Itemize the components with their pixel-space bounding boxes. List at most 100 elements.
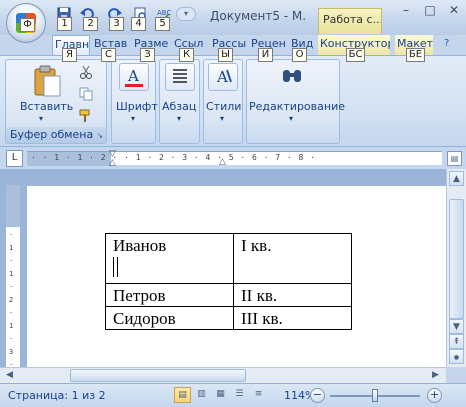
- cut-icon[interactable]: [79, 65, 93, 79]
- web-view-icon[interactable]: ▦: [212, 387, 229, 403]
- table-cell[interactable]: Сидоров: [105, 306, 234, 330]
- svg-text:ABC: ABC: [157, 9, 171, 17]
- paste-icon[interactable]: [31, 64, 63, 98]
- paste-button[interactable]: Вставить: [20, 100, 73, 113]
- keytip-layout-ctx: БЕ: [406, 48, 425, 62]
- keytip-view: О: [292, 48, 307, 62]
- font-button[interactable]: Шрифт: [116, 100, 158, 113]
- vertical-ruler[interactable]: · 1 · 1 · 2 · 1 · 3 · 1 · 4: [6, 185, 20, 407]
- view-ruler-button[interactable]: ▤: [447, 151, 462, 166]
- document-table[interactable]: Иванов I кв. Петров II кв. Сидоров III к…: [105, 233, 352, 330]
- table-cell[interactable]: III кв.: [233, 306, 352, 330]
- styles-button[interactable]: Стили: [206, 100, 241, 113]
- outline-view-icon[interactable]: ☰: [231, 387, 248, 403]
- binoculars-icon[interactable]: [281, 66, 303, 86]
- font-dropdown-icon[interactable]: ▾: [131, 114, 135, 123]
- keytip-3: 3: [109, 17, 124, 31]
- table-cell[interactable]: II кв.: [233, 283, 352, 307]
- keytip-design: БС: [346, 48, 365, 62]
- keytip-review: И: [258, 48, 273, 62]
- keytip-insert: С: [101, 48, 116, 62]
- ruler-row: L · · 1 · 1 · 2 · · 1 · 2 · 3 · 4 · 5 · …: [0, 147, 466, 169]
- status-bar: Страница: 1 из 2 ▤ ▥ ▦ ☰ ≡ 114% − +: [0, 383, 466, 407]
- minimize-button[interactable]: –: [394, 0, 418, 20]
- styles-dropdown-icon[interactable]: ▾: [220, 114, 224, 123]
- text-cursor: [113, 257, 118, 278]
- prev-page-icon[interactable]: ⇞: [449, 334, 464, 349]
- table-row: Петров II кв.: [105, 283, 352, 307]
- clipboard-group-label: Буфер обмена: [6, 127, 106, 143]
- scroll-up-icon[interactable]: ▲: [449, 171, 464, 186]
- table-row: Сидоров III кв.: [105, 306, 352, 330]
- format-painter-icon[interactable]: [79, 109, 93, 123]
- editing-group: Редактирование ▾: [246, 59, 345, 144]
- cell-quarter: III кв.: [241, 309, 283, 328]
- title-bar: Ф 1 2 3 4 ABC 5 ▾ Документ5 - М. Работа …: [0, 0, 466, 43]
- zoom-in-icon[interactable]: +: [427, 388, 442, 403]
- keytip-4: 4: [131, 17, 146, 31]
- paragraph-icon-box[interactable]: [165, 63, 195, 91]
- ruler-ticks: · · 1 · 1 · 2 · · 1 · 2 · 3 · 4 · 5 · 6 …: [31, 153, 317, 162]
- font-color-icon: A: [125, 67, 143, 87]
- window-title: Документ5 - М.: [210, 9, 307, 23]
- cell-quarter: II кв.: [241, 286, 278, 305]
- copy-icon[interactable]: [79, 87, 93, 101]
- editing-button[interactable]: Редактирование: [249, 100, 345, 113]
- top-margin-area: [6, 185, 20, 227]
- help-icon[interactable]: ?: [444, 38, 449, 49]
- document-page[interactable]: Иванов I кв. Петров II кв. Сидоров III к…: [27, 186, 446, 367]
- clipboard-group: Вставить ▾ Буфер обмена ↘: [5, 59, 107, 144]
- page-count[interactable]: Страница: 1 из 2: [8, 389, 106, 402]
- window-controls: – □ ✕: [394, 0, 466, 22]
- paragraph-button[interactable]: Абзац: [162, 100, 196, 113]
- table-cell[interactable]: Иванов: [105, 233, 234, 284]
- styles-group: A Стили ▾: [203, 59, 243, 144]
- qat-customize-button[interactable]: ▾: [176, 7, 196, 21]
- print-layout-view-icon[interactable]: ▤: [174, 387, 191, 403]
- align-icon: [173, 69, 187, 83]
- paragraph-dropdown-icon[interactable]: ▾: [177, 114, 181, 123]
- paste-dropdown-icon[interactable]: ▾: [39, 114, 43, 123]
- svg-text:A: A: [127, 67, 139, 85]
- cell-quarter: I кв.: [241, 236, 272, 255]
- column-marker-icon[interactable]: △: [219, 157, 226, 167]
- font-group: A Шрифт ▾: [111, 59, 158, 144]
- horizontal-ruler[interactable]: · · 1 · 1 · 2 · · 1 · 2 · 3 · 4 · 5 · 6 …: [27, 149, 442, 168]
- cell-name: Петров: [113, 286, 166, 305]
- horizontal-scroll-thumb[interactable]: [70, 369, 246, 382]
- paragraph-group: Абзац ▾: [159, 59, 200, 144]
- table-cell[interactable]: Петров: [105, 283, 234, 307]
- font-icon-box[interactable]: A: [119, 63, 149, 91]
- reading-view-icon[interactable]: ▥: [193, 387, 210, 403]
- context-tab-header: Работа с...: [318, 8, 382, 34]
- editing-dropdown-icon[interactable]: ▾: [289, 114, 293, 123]
- vertical-scrollbar[interactable]: ▲ ▼ ⇞ ●: [446, 169, 466, 367]
- browse-object-icon[interactable]: ●: [449, 349, 464, 364]
- zoom-out-icon[interactable]: −: [310, 388, 325, 403]
- office-keytip: Ф: [20, 18, 35, 32]
- hanging-indent-icon[interactable]: △: [109, 158, 116, 168]
- zoom-slider-thumb[interactable]: [372, 389, 378, 402]
- tab-selector-button[interactable]: L: [6, 150, 23, 167]
- scroll-left-icon[interactable]: ◀: [2, 368, 17, 383]
- keytip-references: К: [179, 48, 194, 62]
- vertical-scroll-thumb[interactable]: [449, 199, 464, 319]
- draft-view-icon[interactable]: ≡: [250, 387, 267, 403]
- styles-icon-box[interactable]: A: [208, 63, 238, 91]
- keytip-home: Я: [62, 48, 77, 62]
- close-button[interactable]: ✕: [442, 0, 466, 20]
- maximize-button[interactable]: □: [418, 0, 442, 20]
- styles-icon: A: [216, 68, 232, 86]
- dialog-launcher-icon[interactable]: ↘: [96, 131, 103, 140]
- table-row: Иванов I кв.: [105, 233, 352, 284]
- ribbon: Вставить ▾ Буфер обмена ↘ A Шрифт ▾ Абза…: [0, 55, 466, 147]
- document-area: · 1 · 1 · 2 · 1 · 3 · 1 · 4 Иванов I кв.…: [0, 169, 446, 407]
- keytip-2: 2: [83, 17, 98, 31]
- horizontal-scrollbar[interactable]: ◀ ▶: [0, 367, 446, 383]
- scroll-right-icon[interactable]: ▶: [428, 368, 443, 383]
- cell-name: Сидоров: [113, 309, 176, 328]
- scroll-down-icon[interactable]: ▼: [449, 319, 464, 334]
- keytip-5: 5: [155, 17, 170, 31]
- keytip-mailings: Ы: [218, 48, 233, 62]
- table-cell[interactable]: I кв.: [233, 233, 352, 284]
